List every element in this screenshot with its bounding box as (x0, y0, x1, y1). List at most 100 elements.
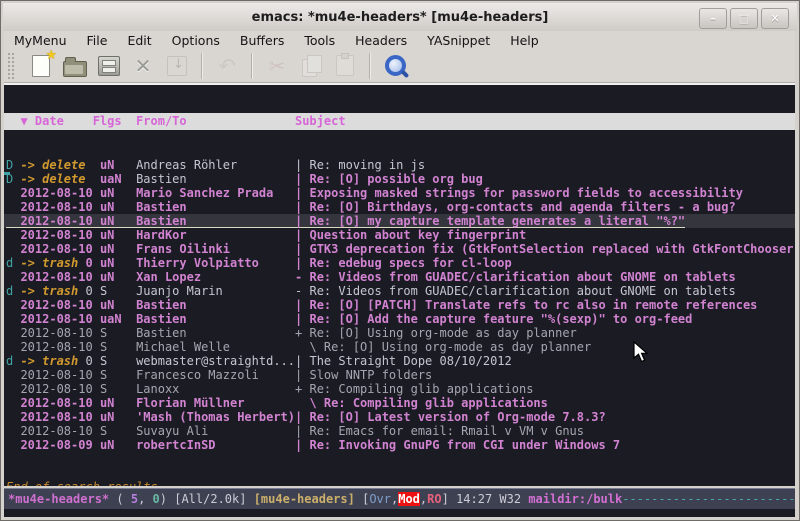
save-button[interactable] (92, 51, 126, 81)
message-row-current[interactable]: 2012-08-10 uN Bastien | Re: [O] my captu… (4, 214, 795, 228)
date-field: 2012-08-10 (20, 298, 99, 312)
message-row[interactable]: 2012-08-10 S Michael Welle \ Re: [O] Usi… (4, 340, 795, 354)
flags-field: uN (100, 256, 136, 270)
mark-action: -> trash (20, 354, 78, 368)
menu-item-mymenu[interactable]: MyMenu (4, 33, 77, 48)
flags-field: S (100, 382, 136, 396)
toolbar-drag-handle[interactable] (7, 52, 16, 80)
flags-field: uN (100, 396, 136, 410)
message-row[interactable]: d -> trash 0 S webmaster@straightd...| T… (4, 354, 795, 368)
date-field: 2012-08-10 (20, 396, 99, 410)
message-row[interactable]: d -> trash 0 S Juanjo Marin - Re: Videos… (4, 284, 795, 298)
flags-field: S (100, 368, 136, 382)
message-row[interactable]: 2012-08-10 uN Bastien | Re: [O] [PATCH] … (4, 298, 795, 312)
open-folder-button[interactable] (58, 51, 92, 81)
from-field: Frans Oilinki (136, 242, 295, 256)
message-row[interactable]: d -> trash 0 uN Thierry Volpiatto | Re: … (4, 256, 795, 270)
from-field: Bastien (136, 214, 295, 228)
message-row[interactable]: 2012-08-10 uN Frans Oilinki | GTK3 depre… (4, 242, 795, 256)
mark-char: d (6, 256, 20, 270)
date-field: 2012-08-10 (20, 242, 99, 256)
message-row[interactable]: 2012-08-10 uN 'Mash (Thomas Herbert)| Re… (4, 410, 795, 424)
mark-char (6, 214, 20, 228)
mark-char (6, 326, 20, 340)
from-field: Michael Welle (136, 340, 295, 354)
end-of-results-text: End of search results (4, 480, 795, 486)
maximize-button[interactable]: □ (730, 8, 758, 29)
paste-icon (336, 55, 354, 76)
menu-item-yasnippet[interactable]: YASnippet (417, 33, 500, 48)
minibuffer[interactable] (4, 509, 795, 517)
menu-item-file[interactable]: File (77, 33, 118, 48)
mark-char: d (6, 354, 20, 368)
close-button[interactable]: ✕ (761, 8, 789, 29)
mark-char: d (6, 284, 20, 298)
modeline: *mu4e-headers* ( 5, 0) [All/2.0k] [mu4e-… (4, 488, 795, 510)
message-row[interactable]: D -> delete uN Andreas Röhler | Re: movi… (4, 158, 795, 172)
menu-item-headers[interactable]: Headers (345, 33, 417, 48)
date-field: 2012-08-10 (20, 424, 99, 438)
date-field: 2012-08-10 (20, 382, 99, 396)
mark-char (6, 410, 20, 424)
date-field: 2012-08-10 (20, 312, 99, 326)
toolbar: ✕ ↶ ✂ (4, 49, 795, 83)
subject-field: | Re: [O] Birthdays, org-contacts and ag… (295, 200, 736, 214)
toolbar-separator (201, 53, 203, 79)
message-row[interactable]: 2012-08-10 uN HardKor | Question about k… (4, 228, 795, 242)
subject-field: | Re: [O] possible org bug (295, 172, 483, 186)
subject-field: | The Straight Dope 08/10/2012 (295, 354, 512, 368)
message-row[interactable]: 2012-08-10 uN Florian Müllner \ Re: Comp… (4, 396, 795, 410)
menu-item-edit[interactable]: Edit (117, 33, 161, 48)
save-as-button (160, 51, 194, 81)
message-row[interactable]: 2012-08-10 uN Bastien | Re: [O] Birthday… (4, 200, 795, 214)
modeline-segment: [ (355, 492, 369, 506)
minimize-button[interactable]: – (699, 8, 727, 29)
undo-icon: ↶ (218, 54, 236, 78)
menu-item-buffers[interactable]: Buffers (230, 33, 294, 48)
from-field: Thierry Volpiatto (136, 256, 295, 270)
menu-item-tools[interactable]: Tools (294, 33, 345, 48)
menu-item-options[interactable]: Options (162, 33, 230, 48)
message-row-line: 2012-08-10 uaN Bastien | Re: [O] Add the… (6, 312, 692, 326)
mu4e-headers-buffer[interactable]: ▼ Date Flgs From/To Subject D -> delete … (4, 85, 795, 486)
from-field: webmaster@straightd... (136, 354, 295, 368)
subject-field: | Re: [O] my capture template generates … (295, 214, 685, 228)
new-file-button[interactable] (24, 51, 58, 81)
mouse-cursor (633, 341, 653, 364)
from-field: Mario Sanchez Prada (136, 186, 295, 200)
delete-button[interactable]: ✕ (126, 51, 160, 81)
from-field: Juanjo Marin (136, 284, 295, 298)
message-row[interactable]: D -> delete uaN Bastien | Re: [O] possib… (4, 172, 795, 186)
modeline-segment: RO (427, 492, 441, 506)
message-row[interactable]: 2012-08-10 S Lanoxx + Re: Compiling glib… (4, 382, 795, 396)
save-as-icon (167, 56, 187, 76)
menu-item-help[interactable]: Help (500, 33, 549, 48)
flags-field: S (100, 326, 136, 340)
titlebar[interactable]: emacs: *mu4e-headers* [mu4e-headers] –□✕ (3, 3, 797, 31)
cut-icon: ✂ (269, 54, 286, 78)
search-button[interactable] (378, 51, 412, 81)
message-row[interactable]: 2012-08-10 uN Mario Sanchez Prada | Expo… (4, 186, 795, 200)
toolbar-separator (251, 53, 253, 79)
message-row-line: 2012-08-10 uN HardKor | Question about k… (6, 228, 526, 242)
flags-field: uaN (100, 312, 136, 326)
flags-field: uaN (100, 172, 136, 186)
message-row-line: D -> delete uaN Bastien | Re: [O] possib… (6, 172, 483, 186)
message-row[interactable]: 2012-08-09 uN robertcInSD | Re: Invoking… (4, 438, 795, 452)
new-file-icon (32, 55, 50, 77)
from-field: Florian Müllner (136, 396, 295, 410)
message-row[interactable]: 2012-08-10 uaN Bastien | Re: [O] Add the… (4, 312, 795, 326)
message-row[interactable]: 2012-08-10 uN Xan Lopez - Re: Videos fro… (4, 270, 795, 284)
fringe-indicator (4, 172, 10, 175)
subject-field: | Re: Invoking GnuPG from CGI under Wind… (295, 438, 620, 452)
from-field: Bastien (136, 200, 295, 214)
message-row[interactable]: 2012-08-10 S Francesco Mazzoli | Slow NN… (4, 368, 795, 382)
flags-field: uN (100, 186, 136, 200)
modeline-segment: maildir:/bulk (528, 492, 622, 506)
subject-field: + Re: Compiling glib applications (295, 382, 533, 396)
message-row[interactable]: 2012-08-10 S Suvayu Ali | Re: Emacs for … (4, 424, 795, 438)
flags-field: S (100, 354, 136, 368)
mark-char (6, 270, 20, 284)
modeline-segment: Ovr (369, 492, 391, 506)
message-row[interactable]: 2012-08-10 S Bastien + Re: [O] Using org… (4, 326, 795, 340)
